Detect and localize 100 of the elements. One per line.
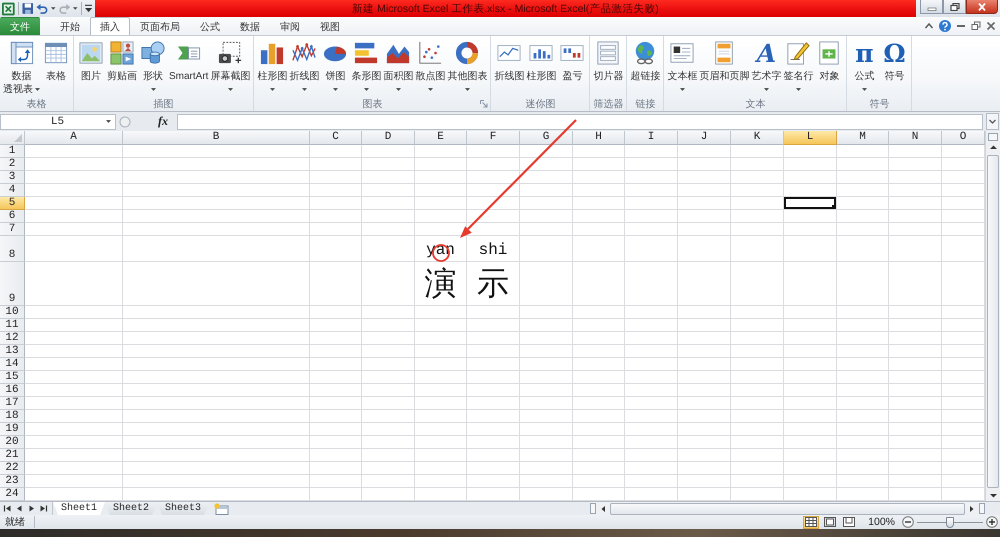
scroll-thumb[interactable] [987,155,999,488]
column-header[interactable]: A [25,131,123,145]
undo-icon[interactable] [36,2,48,15]
object-button[interactable]: 对象 [814,40,844,84]
page-layout-view-button[interactable] [822,516,838,528]
row-header[interactable]: 4 [0,184,25,197]
row-header[interactable]: 20 [0,436,25,449]
text-box-button[interactable]: 文本框 [666,40,698,92]
column-header[interactable]: M [837,131,889,145]
formula-bar-handle-icon[interactable] [119,116,131,128]
zoom-out-icon[interactable] [902,516,914,528]
split-handle-icon[interactable] [988,133,998,141]
ribbon-tab[interactable]: 公式 [190,17,230,35]
row-header[interactable]: 1 [0,145,25,158]
zoom-in-icon[interactable] [986,516,998,528]
zoom-level[interactable]: 100% [860,516,899,528]
save-icon[interactable] [22,2,34,15]
column-header[interactable]: G [520,131,573,145]
column-header[interactable]: C [310,131,362,145]
fill-handle-icon[interactable] [832,205,836,209]
row-header[interactable]: 18 [0,410,25,423]
dialog-launcher-icon[interactable] [480,100,488,108]
next-sheet-icon[interactable] [27,504,36,513]
row-header[interactable]: 9 [0,262,25,306]
ribbon-tab[interactable]: 数据 [230,17,270,35]
row-header[interactable]: 23 [0,475,25,488]
split-handle-icon[interactable] [590,503,596,514]
ribbon-tab[interactable]: 审阅 [270,17,310,35]
slider-thumb[interactable] [946,516,954,528]
expand-formula-bar-icon[interactable] [986,113,999,130]
last-sheet-icon[interactable] [39,504,48,513]
collapse-ribbon-icon[interactable] [924,21,934,31]
row-header[interactable]: 12 [0,332,25,345]
wordart-button[interactable]: A 艺术字 [750,40,782,92]
row-header[interactable]: 10 [0,306,25,319]
sheet-tab[interactable]: Sheet3 [157,502,210,515]
donut-chart-button[interactable]: 其他图表 [446,40,488,92]
symbol-button[interactable]: Ω 符号 [879,40,910,84]
row-header[interactable]: 5 [0,197,25,210]
table-button[interactable]: 表格 [41,40,71,84]
picture-button[interactable]: 图片 [76,40,106,84]
scatter-chart-button[interactable]: 散点图 [414,40,446,92]
ribbon-tab[interactable]: 视图 [310,17,350,35]
column-header[interactable]: F [467,131,520,145]
horizontal-scrollbar[interactable] [590,502,985,515]
column-header[interactable]: L [784,131,837,145]
scroll-thumb[interactable] [610,502,965,514]
close-icon[interactable] [986,21,996,31]
sheet-tab[interactable]: Sheet1 [53,502,106,515]
ribbon-tab[interactable]: 开始 [50,17,90,35]
page-break-view-button[interactable] [841,516,858,528]
name-box[interactable]: L5 [0,114,116,130]
column-header[interactable]: J [678,131,731,145]
row-header[interactable]: 24 [0,488,25,501]
row-header[interactable]: 8 [0,236,25,262]
row-header[interactable]: 17 [0,397,25,410]
smartart-button[interactable]: SmartArt [168,40,210,84]
header-footer-button[interactable]: 页眉和页脚 [698,40,750,84]
shapes-button[interactable]: 形状 [138,40,168,92]
excel-logo-icon[interactable] [2,2,15,16]
close-button[interactable] [966,0,998,14]
previous-sheet-icon[interactable] [15,504,24,513]
column-header[interactable]: H [573,131,625,145]
column-header[interactable]: I [625,131,678,145]
area-chart-button[interactable]: 面积图 [382,40,414,92]
column-header[interactable]: N [889,131,942,145]
column-header[interactable]: E [415,131,467,145]
row-header[interactable]: 19 [0,423,25,436]
help-icon[interactable] [939,20,951,32]
screenshot-button[interactable]: 屏幕截图 [209,40,252,92]
row-header[interactable]: 11 [0,319,25,332]
column-header[interactable]: K [731,131,784,145]
sheet-tab[interactable]: Sheet2 [105,502,158,515]
line-chart-button[interactable]: 折线图 [288,40,320,92]
normal-view-button[interactable] [803,516,820,528]
sparkline-line-button[interactable]: 折线图 [493,40,526,84]
row-header[interactable]: 6 [0,210,25,223]
row-header[interactable]: 21 [0,449,25,462]
formula-input[interactable] [177,114,983,130]
row-header[interactable]: 16 [0,384,25,397]
slicer-button[interactable]: 切片器 [592,40,624,84]
insert-function-button[interactable]: fx [134,114,174,129]
row-header[interactable]: 7 [0,223,25,236]
column-header[interactable]: D [362,131,415,145]
signature-line-button[interactable]: 签名行 [782,40,814,92]
pivot-table-button[interactable]: 数据 透视表 [2,40,41,97]
win-loss-button[interactable]: 盈亏 [557,40,588,84]
file-tab[interactable]: 文件 [0,17,40,35]
equation-button[interactable]: π 公式 [849,40,880,92]
column-chart-button[interactable]: 柱形图 [256,40,288,92]
row-header[interactable]: 22 [0,462,25,475]
row-header[interactable]: 2 [0,158,25,171]
ribbon-tab[interactable]: 页面布局 [130,17,190,35]
bar-chart-button[interactable]: 条形图 [350,40,382,92]
clip-art-button[interactable]: 剪贴画 [106,40,138,84]
pie-chart-button[interactable]: 饼图 [320,40,350,92]
row-header[interactable]: 13 [0,345,25,358]
split-handle-icon[interactable] [979,503,985,514]
column-header[interactable]: B [123,131,310,145]
column-header[interactable]: O [942,131,985,145]
